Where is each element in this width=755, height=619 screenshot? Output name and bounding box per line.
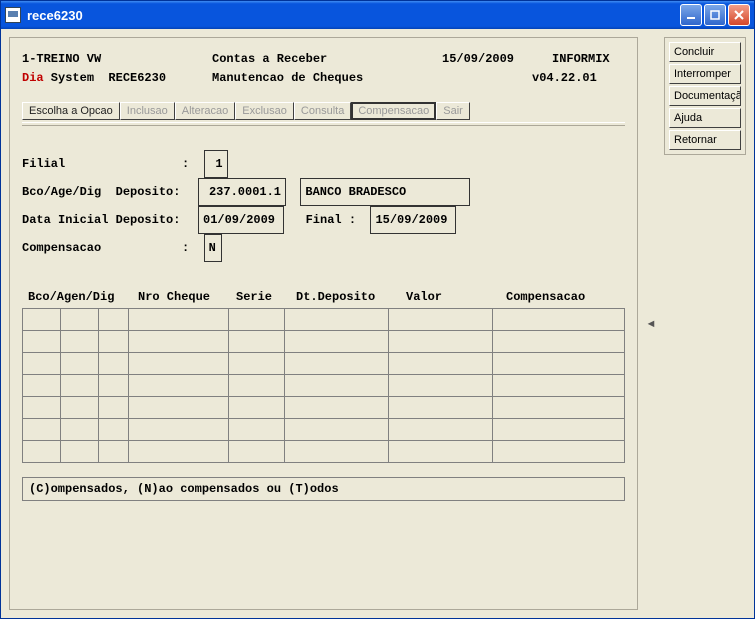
grid-area: Bco/Agen/Dig Nro Cheque Serie Dt.Deposit…	[22, 290, 625, 463]
app-icon	[5, 7, 21, 23]
grid-header: Bco/Agen/Dig Nro Cheque Serie Dt.Deposit…	[22, 290, 625, 308]
db-label: INFORMIX	[552, 50, 610, 69]
col-nrocheque: Nro Cheque	[138, 290, 236, 304]
comp-label: Compensacao	[22, 236, 182, 260]
tab-separator	[22, 122, 625, 126]
sys-name: System RECE6230	[44, 71, 166, 85]
minimize-icon	[686, 10, 696, 20]
titlebar: rece6230	[1, 1, 754, 29]
main-panel: 1-TREINO VW Contas a Receber 15/09/2009 …	[9, 37, 638, 610]
table-row[interactable]	[23, 309, 625, 331]
col-valor: Valor	[406, 290, 506, 304]
table-row[interactable]	[23, 397, 625, 419]
maximize-button[interactable]	[704, 4, 726, 26]
concluir-button[interactable]: Concluir	[669, 42, 741, 62]
ajuda-button[interactable]: Ajuda	[669, 108, 741, 128]
col-compensacao: Compensacao	[506, 290, 585, 304]
header-date: 15/09/2009	[442, 50, 552, 69]
version-label: v04.22.01	[532, 69, 597, 88]
tab-escolha[interactable]: Escolha a Opcao	[22, 102, 120, 120]
right-button-panel: Concluir Interromper Documentação Ajuda …	[664, 37, 746, 155]
comp-field[interactable]: N	[204, 234, 222, 262]
data-ini-field[interactable]: 01/09/2009	[198, 206, 284, 234]
bco-field[interactable]: 237.0001.1	[198, 178, 286, 206]
tab-sair[interactable]: Sair	[436, 102, 470, 120]
tab-bar: Escolha a Opcao Inclusao Alteracao Exclu…	[22, 102, 625, 120]
filial-label: Filial	[22, 152, 182, 176]
documentacao-button[interactable]: Documentação	[669, 86, 741, 106]
module-label: Contas a Receber	[212, 50, 442, 69]
tab-alteracao[interactable]: Alteracao	[175, 102, 235, 120]
client-area: 1-TREINO VW Contas a Receber 15/09/2009 …	[1, 29, 754, 618]
form-area: Filial : 1 Bco/Age/Dig Deposito: 237.000…	[22, 150, 625, 262]
bco-label: Bco/Age/Dig Deposito:	[22, 180, 198, 204]
data-ini-label: Data Inicial Deposito:	[22, 208, 198, 232]
col-dtdeposito: Dt.Deposito	[296, 290, 406, 304]
collapse-arrow-icon[interactable]: ◄	[644, 37, 658, 610]
data-grid[interactable]	[22, 308, 625, 463]
tab-exclusao[interactable]: Exclusao	[235, 102, 294, 120]
table-row[interactable]	[23, 375, 625, 397]
sys-prefix: Dia	[22, 71, 44, 85]
minimize-button[interactable]	[680, 4, 702, 26]
table-row[interactable]	[23, 419, 625, 441]
data-final-field[interactable]: 15/09/2009	[370, 206, 456, 234]
col-serie: Serie	[236, 290, 296, 304]
tab-inclusao[interactable]: Inclusao	[120, 102, 175, 120]
retornar-button[interactable]: Retornar	[669, 130, 741, 150]
maximize-icon	[710, 10, 720, 20]
system-label: Dia System RECE6230	[22, 69, 212, 88]
status-bar: (C)ompensados, (N)ao compensados ou (T)o…	[22, 477, 625, 501]
window-title: rece6230	[27, 8, 83, 23]
tab-compensacao[interactable]: Compensacao	[351, 102, 436, 120]
final-label: Final :	[306, 208, 356, 232]
bco-name-field[interactable]: BANCO BRADESCO	[300, 178, 470, 206]
close-button[interactable]	[728, 4, 750, 26]
table-row[interactable]	[23, 353, 625, 375]
filial-field[interactable]: 1	[204, 150, 228, 178]
col-bco: Bco/Agen/Dig	[28, 290, 138, 304]
interromper-button[interactable]: Interromper	[669, 64, 741, 84]
table-row[interactable]	[23, 331, 625, 353]
org-label: 1-TREINO VW	[22, 50, 212, 69]
app-window: rece6230 1-TREINO VW Contas a Receber 15…	[0, 0, 755, 619]
tab-consulta[interactable]: Consulta	[294, 102, 351, 120]
header-block: 1-TREINO VW Contas a Receber 15/09/2009 …	[22, 50, 625, 88]
close-icon	[734, 10, 744, 20]
screen-label: Manutencao de Cheques	[212, 69, 532, 88]
table-row[interactable]	[23, 441, 625, 463]
